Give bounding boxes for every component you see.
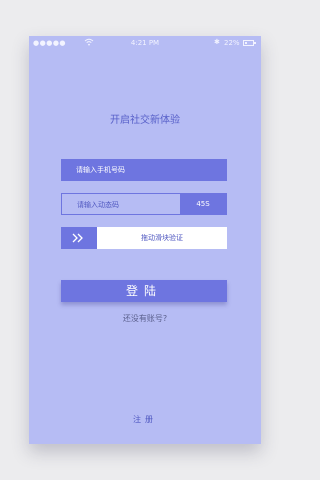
phone-number-placeholder: 请输入手机号码 [76,166,125,174]
battery-percent: 22% [224,39,240,47]
bluetooth-icon: ✱ [214,38,220,46]
phone-screen: ●●●●● 4:21 PM ✱ 22% 开启社交新体验 请输入手机号码 请输入动… [29,36,261,444]
register-link[interactable]: 注册 [29,414,261,425]
no-account-link[interactable]: 还没有账号? [29,313,261,324]
battery-icon [243,40,256,46]
slider-verification-label: 拖动滑块验证 [141,234,183,242]
resend-code-countdown-button[interactable]: 45S [180,194,226,214]
phone-number-input[interactable]: 请输入手机号码 [61,159,227,181]
login-button[interactable]: 登陆 [61,280,227,302]
slogan-text: 开启社交新体验 [110,115,180,126]
verification-code-placeholder: 请输入动态码 [77,201,119,209]
slider-handle[interactable] [61,227,97,249]
verification-code-input[interactable]: 请输入动态码 45S [61,193,227,215]
status-bar: ●●●●● 4:21 PM ✱ 22% [29,36,261,50]
double-chevron-right-icon [72,233,83,243]
slider-verification-track: 拖动滑块验证 [61,227,227,249]
